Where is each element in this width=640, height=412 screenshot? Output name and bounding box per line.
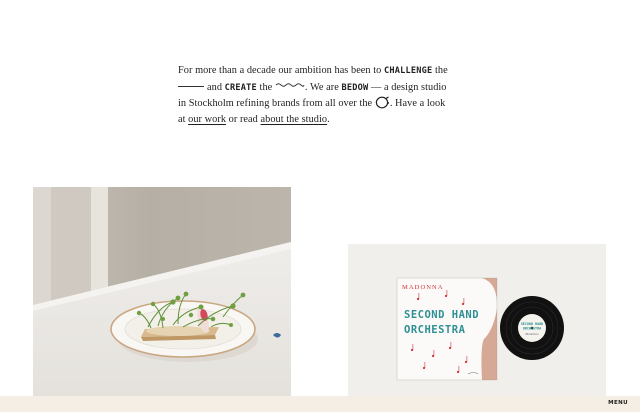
album-title-line-2: ORCHESTRA (404, 324, 466, 336)
our-work-link[interactable]: our work (188, 114, 226, 125)
keyword-create: CREATE (224, 82, 257, 93)
record-sleeve-illustration: SECOND HAND ORCHESTRA Madonna MADONNA SE… (396, 277, 564, 381)
intro-text: the (259, 81, 273, 93)
intro-line-2: and CREATE the . We are BEDOW — a design… (178, 80, 468, 97)
intro-paragraph: For more than a decade our ambition has … (178, 63, 468, 127)
wave-line-icon (275, 83, 305, 87)
menu-button[interactable]: MENU (608, 400, 628, 406)
album-title-line-1: SECOND HAND (404, 309, 479, 321)
intro-text: at (178, 113, 186, 125)
footer-bar: MENU (0, 396, 640, 412)
project-image-record[interactable]: SECOND HAND ORCHESTRA Madonna MADONNA SE… (348, 244, 606, 404)
keyword-challenge: CHALLENGE (384, 66, 433, 76)
vinyl-label-line-1: SECOND HAND (521, 322, 543, 326)
intro-text: the (435, 65, 448, 76)
intro-line-4: at our work or read about the studio. (178, 112, 468, 128)
intro-text: For more than a decade our ambition has … (178, 65, 382, 76)
project-image-food[interactable] (33, 187, 291, 400)
keyword-bedow: BEDOW (341, 82, 369, 93)
intro-text: . Have a look (389, 98, 446, 109)
globe-icon (375, 96, 389, 109)
intro-text: in Stockholm refining brands from all ov… (178, 98, 373, 109)
vinyl-label-line-2: ORCHESTRA (523, 327, 541, 331)
intro-line-3: in Stockholm refining brands from all ov… (178, 96, 468, 112)
intro-text: and (207, 81, 223, 93)
intro-line-1: For more than a decade our ambition has … (178, 63, 468, 80)
album-artist: MADONNA (402, 284, 444, 291)
intro-text: . We are (304, 81, 339, 93)
intro-text: or read (228, 113, 258, 125)
vinyl-label-line-3: Madonna (524, 332, 539, 336)
about-studio-link[interactable]: about the studio (261, 114, 328, 125)
straight-line-icon (178, 85, 204, 87)
food-plate-illustration (33, 187, 291, 400)
intro-text: . (327, 113, 330, 125)
intro-text: — a design studio (371, 81, 447, 93)
